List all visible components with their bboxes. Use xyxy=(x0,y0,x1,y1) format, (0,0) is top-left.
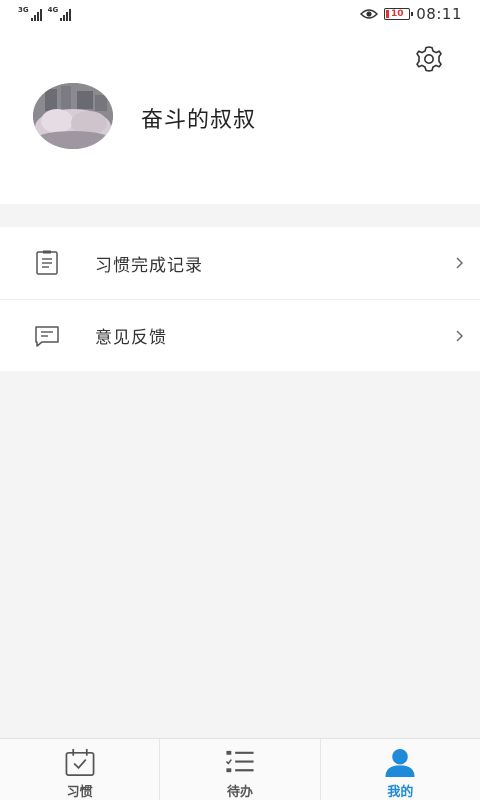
menu-list: 习惯完成记录 意见反馈 xyxy=(0,227,480,371)
chevron-right-icon xyxy=(456,257,463,269)
status-right: 10 08:11 xyxy=(360,5,462,23)
menu-item-label: 意见反馈 xyxy=(95,328,167,348)
signal-icon-2: 4G xyxy=(48,7,72,21)
user-icon xyxy=(385,748,415,778)
status-bar: 3G 4G 10 08:11 xyxy=(0,0,480,28)
avatar-photo xyxy=(33,83,113,149)
bottom-tab-bar: 习惯 待办 我的 xyxy=(0,738,480,800)
clock: 08:11 xyxy=(416,5,462,23)
calendar-check-icon xyxy=(65,748,95,776)
tab-label: 习惯 xyxy=(66,785,93,800)
feedback-icon xyxy=(35,326,59,347)
username: 奋斗的叔叔 xyxy=(141,108,257,133)
network-type-1: 3G xyxy=(18,6,29,14)
eye-icon xyxy=(360,9,379,19)
network-type-2: 4G xyxy=(47,6,59,14)
menu-item-feedback[interactable]: 意见反馈 xyxy=(0,299,480,371)
signal-icon: 3G xyxy=(18,7,42,21)
todo-list-icon xyxy=(225,750,254,773)
battery-level: 10 xyxy=(391,9,404,19)
tab-label: 我的 xyxy=(387,785,414,800)
menu-item-label: 习惯完成记录 xyxy=(95,255,203,276)
chevron-right-icon xyxy=(456,330,463,341)
battery-icon: 10 xyxy=(384,8,414,20)
tab-todo[interactable]: 待办 xyxy=(159,739,319,800)
network-indicators: 3G 4G xyxy=(18,7,72,21)
tab-mine[interactable]: 我的 xyxy=(319,739,480,800)
profile-header: 奋斗的叔叔 xyxy=(0,28,480,204)
menu-item-habit-records[interactable]: 习惯完成记录 xyxy=(0,227,480,299)
tab-label: 待办 xyxy=(226,785,253,800)
avatar[interactable] xyxy=(33,83,113,149)
tab-habits[interactable]: 习惯 xyxy=(0,739,159,800)
gear-icon[interactable] xyxy=(414,44,444,74)
clipboard-icon xyxy=(36,250,58,275)
